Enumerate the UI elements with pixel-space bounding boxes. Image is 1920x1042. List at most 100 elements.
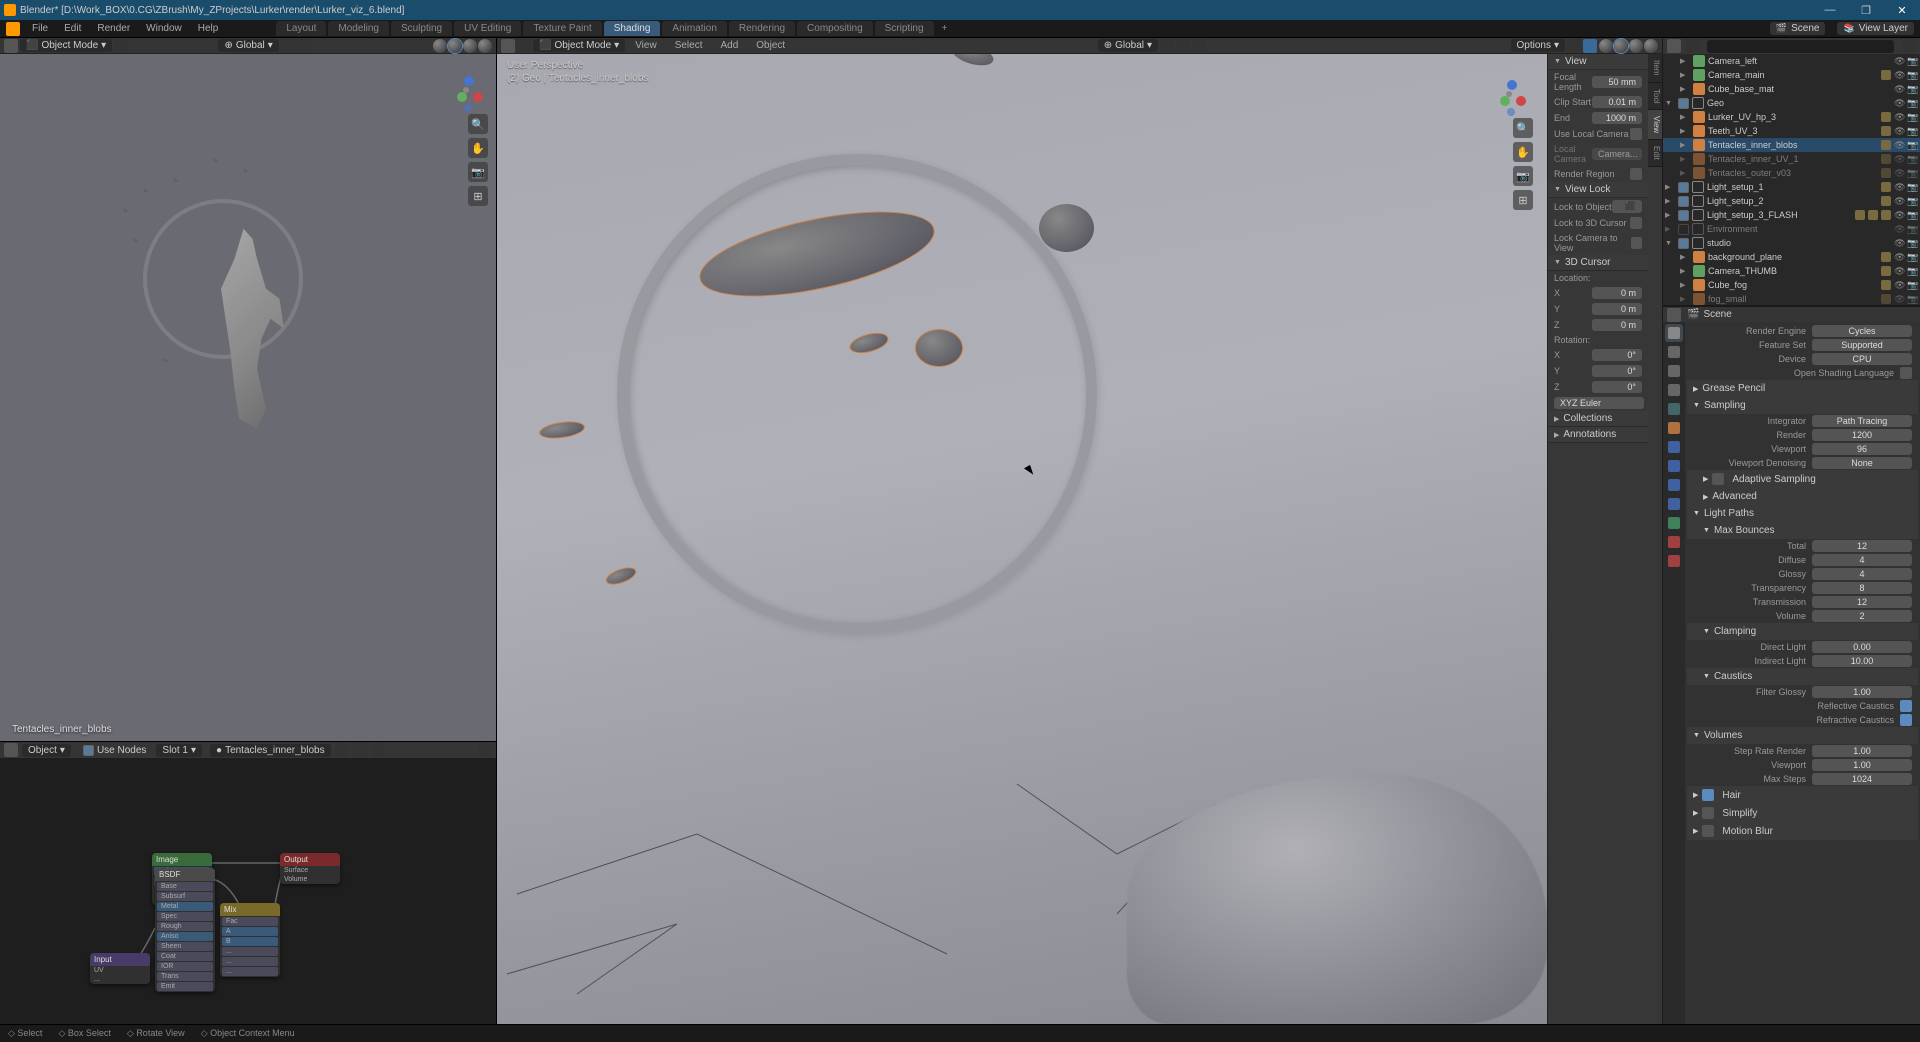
denoising-dropdown[interactable]: None bbox=[1812, 457, 1912, 469]
outliner-item[interactable]: ▶Camera_main👁📷 bbox=[1663, 68, 1920, 82]
render-visibility-icon[interactable]: 📷 bbox=[1907, 294, 1918, 305]
reflective-caustics-check[interactable] bbox=[1900, 700, 1912, 712]
pan-icon[interactable]: ✋ bbox=[468, 138, 488, 158]
constraint-tab[interactable] bbox=[1665, 495, 1683, 513]
n-tab-edit[interactable]: Edit bbox=[1648, 140, 1662, 167]
tab-sculpting[interactable]: Sculpting bbox=[391, 21, 452, 36]
props-type-icon[interactable] bbox=[1667, 308, 1681, 322]
expand-icon[interactable]: ▶ bbox=[1680, 71, 1690, 79]
cursor-z-field[interactable]: 0 m bbox=[1592, 319, 1642, 331]
tab-texture-paint[interactable]: Texture Paint bbox=[523, 21, 601, 36]
expand-icon[interactable]: ▶ bbox=[1680, 113, 1690, 121]
expand-icon[interactable]: ▶ bbox=[1665, 225, 1675, 233]
visibility-icon[interactable]: 👁 bbox=[1894, 224, 1905, 235]
render-visibility-icon[interactable]: 📷 bbox=[1907, 252, 1918, 263]
collection-check[interactable] bbox=[1678, 238, 1689, 249]
volumes-header[interactable]: Volumes bbox=[1687, 727, 1918, 744]
node-overlay-icon[interactable] bbox=[478, 743, 492, 757]
integrator-dropdown[interactable]: Path Tracing bbox=[1812, 415, 1912, 427]
tab-add[interactable]: + bbox=[936, 21, 954, 36]
focal-length-field[interactable]: 50 mm bbox=[1592, 76, 1642, 88]
collection-check[interactable] bbox=[1678, 210, 1689, 221]
render-visibility-icon[interactable]: 📷 bbox=[1907, 224, 1918, 235]
overlay-icon-2[interactable] bbox=[1583, 39, 1597, 53]
clip-start-field[interactable]: 0.01 m bbox=[1592, 96, 1642, 108]
render-visibility-icon[interactable]: 📷 bbox=[1907, 168, 1918, 179]
node-mix[interactable]: Mix Fac A B ... ... ... bbox=[220, 903, 280, 977]
solid-shading[interactable] bbox=[448, 39, 462, 53]
wireframe-shading-2[interactable] bbox=[1599, 39, 1613, 53]
object-tab[interactable] bbox=[1665, 419, 1683, 437]
step-viewport-field[interactable]: 1.00 bbox=[1812, 759, 1912, 771]
transmission-bounces-field[interactable]: 12 bbox=[1812, 596, 1912, 608]
editor-type-icon[interactable] bbox=[4, 743, 18, 757]
n-tab-item[interactable]: Item bbox=[1648, 54, 1662, 83]
shader-type[interactable]: Object▾ bbox=[22, 744, 71, 757]
view-lock-header[interactable]: View Lock bbox=[1548, 182, 1648, 198]
cursor-panel-header[interactable]: 3D Cursor bbox=[1548, 255, 1648, 271]
simplify-header[interactable]: Simplify bbox=[1687, 804, 1918, 822]
expand-icon[interactable]: ▶ bbox=[1665, 211, 1675, 219]
outliner-item[interactable]: ▶Camera_THUMB👁📷 bbox=[1663, 264, 1920, 278]
particle-tab[interactable] bbox=[1665, 457, 1683, 475]
wireframe-shading[interactable] bbox=[433, 39, 447, 53]
render-visibility-icon[interactable]: 📷 bbox=[1907, 126, 1918, 137]
tab-scripting[interactable]: Scripting bbox=[875, 21, 934, 36]
visibility-icon[interactable]: 👁 bbox=[1894, 280, 1905, 291]
minimize-button[interactable]: — bbox=[1816, 2, 1844, 18]
n-tab-view[interactable]: View bbox=[1648, 110, 1662, 140]
diffuse-bounces-field[interactable]: 4 bbox=[1812, 554, 1912, 566]
proportional-icon[interactable] bbox=[297, 39, 311, 53]
physics-tab[interactable] bbox=[1665, 476, 1683, 494]
visibility-icon[interactable]: 👁 bbox=[1894, 210, 1905, 221]
node-input[interactable]: Input UV ... bbox=[90, 953, 150, 984]
visibility-icon[interactable]: 👁 bbox=[1894, 294, 1905, 305]
outliner-item[interactable]: ▶Tentacles_inner_blobs👁📷 bbox=[1663, 138, 1920, 152]
local-camera-field[interactable]: Camera... bbox=[1592, 148, 1642, 160]
feature-set-dropdown[interactable]: Supported bbox=[1812, 339, 1912, 351]
orbit-gizmo-2[interactable] bbox=[1491, 76, 1527, 112]
render-visibility-icon[interactable]: 📷 bbox=[1907, 238, 1918, 249]
viewport-samples-field[interactable]: 96 bbox=[1812, 443, 1912, 455]
use-nodes-check[interactable] bbox=[83, 745, 94, 756]
snap-icon[interactable] bbox=[281, 39, 295, 53]
grease-pencil-header[interactable]: Grease Pencil bbox=[1687, 380, 1918, 397]
menu-window[interactable]: Window bbox=[138, 21, 190, 36]
max-steps-field[interactable]: 1024 bbox=[1812, 773, 1912, 785]
outliner-search[interactable] bbox=[1707, 40, 1894, 53]
advanced-header[interactable]: Advanced bbox=[1687, 488, 1918, 505]
world-tab[interactable] bbox=[1665, 400, 1683, 418]
render-visibility-icon[interactable]: 📷 bbox=[1907, 210, 1918, 221]
zoom-icon[interactable]: 🔍 bbox=[468, 114, 488, 134]
node-pin-icon[interactable] bbox=[335, 743, 349, 757]
glossy-bounces-field[interactable]: 4 bbox=[1812, 568, 1912, 580]
close-button[interactable]: ✕ bbox=[1888, 2, 1916, 18]
expand-icon[interactable]: ▼ bbox=[1665, 240, 1675, 247]
cursor-y-field[interactable]: 0 m bbox=[1592, 303, 1642, 315]
node-principled[interactable]: BSDF Base Subsurf Metal Spec Rough Aniso… bbox=[155, 868, 215, 992]
options-dropdown[interactable]: Options▾ bbox=[1511, 39, 1566, 52]
node-graph-canvas[interactable]: Input UV ... Image Color Alpha Linear Fl… bbox=[0, 758, 496, 1010]
perspective-icon-2[interactable]: ⊞ bbox=[1513, 190, 1533, 210]
osl-check[interactable] bbox=[1900, 367, 1912, 379]
outliner-item[interactable]: ▶background_plane👁📷 bbox=[1663, 250, 1920, 264]
filter-glossy-field[interactable]: 1.00 bbox=[1812, 686, 1912, 698]
perspective-icon[interactable]: ⊞ bbox=[468, 186, 488, 206]
expand-icon[interactable]: ▼ bbox=[1665, 100, 1675, 107]
device-dropdown[interactable]: CPU bbox=[1812, 353, 1912, 365]
expand-icon[interactable]: ▶ bbox=[1680, 267, 1690, 275]
render-visibility-icon[interactable]: 📷 bbox=[1907, 98, 1918, 109]
menu-file[interactable]: File bbox=[24, 21, 56, 36]
viewport-1[interactable]: 🔍 ✋ 📷 ⊞ Tentacles_inner_blobs bbox=[0, 54, 496, 741]
gizmo-toggle-icon[interactable] bbox=[1567, 39, 1581, 53]
refractive-caustics-check[interactable] bbox=[1900, 714, 1912, 726]
tab-animation[interactable]: Animation bbox=[662, 21, 726, 36]
visibility-icon[interactable]: 👁 bbox=[1894, 196, 1905, 207]
menu-render[interactable]: Render bbox=[89, 21, 138, 36]
outliner-item[interactable]: ▶Tentacles_inner_UV_1👁📷 bbox=[1663, 152, 1920, 166]
vp-icon-1[interactable] bbox=[114, 39, 128, 53]
tab-shading[interactable]: Shading bbox=[604, 21, 661, 36]
max-bounces-header[interactable]: Max Bounces bbox=[1687, 522, 1918, 539]
cursor-x-field[interactable]: 0 m bbox=[1592, 287, 1642, 299]
direct-clamp-field[interactable]: 0.00 bbox=[1812, 641, 1912, 653]
